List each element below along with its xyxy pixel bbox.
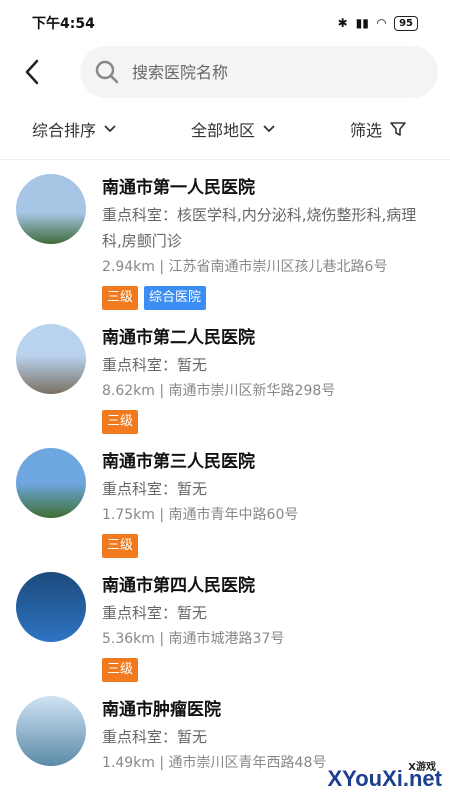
hospital-name: 南通市第四人民医院 xyxy=(102,576,255,596)
hospital-departments: 重点科室：暂无 xyxy=(102,480,208,498)
hospital-address: 5.36km | 南通市城港路37号 xyxy=(102,631,285,647)
hospital-departments: 重点科室：暂无 xyxy=(102,728,208,746)
hospital-departments: 重点科室：暂无 xyxy=(102,604,208,622)
chevron-down-icon xyxy=(263,124,275,132)
level-badge: 三级 xyxy=(102,286,139,310)
watermark-logo: X游戏 XYouXi.net xyxy=(328,762,443,792)
status-bar: 下午4:54 ✱ ▮▮ ◠ 95 xyxy=(0,0,450,46)
back-button[interactable] xyxy=(14,52,50,92)
signal-icon: ▮▮ xyxy=(355,16,369,30)
hospital-address: 8.62km | 南通市崇川区新华路298号 xyxy=(102,383,336,399)
hospital-item[interactable]: 南通市第二人民医院 重点科室：暂无 8.62km | 南通市崇川区新华路298号… xyxy=(16,310,434,434)
chevron-down-icon xyxy=(104,124,116,132)
level-badge: 三级 xyxy=(102,410,139,434)
type-badge: 综合医院 xyxy=(144,286,207,310)
search-row xyxy=(0,46,450,98)
hospital-name: 南通市第二人民医院 xyxy=(102,328,255,348)
hospital-item[interactable]: 南通市第一人民医院 重点科室：核医学科,内分泌科,烧伤整形科,病理科,房颤门诊 … xyxy=(16,160,434,310)
sort-label: 综合排序 xyxy=(32,120,97,140)
hospital-name: 南通市第三人民医院 xyxy=(102,452,255,472)
hospital-photo xyxy=(16,448,86,518)
hospital-name: 南通市第一人民医院 xyxy=(102,178,255,198)
level-badge: 三级 xyxy=(102,534,139,558)
sort-dropdown[interactable]: 综合排序 xyxy=(32,117,116,141)
hospital-address: 2.94km | 江苏省南通市崇川区孩儿巷北路6号 xyxy=(102,259,388,275)
hospital-departments: 重点科室：暂无 xyxy=(102,356,208,374)
hospital-departments: 重点科室：核医学科,内分泌科,烧伤整形科,病理科,房颤门诊 xyxy=(102,206,417,250)
status-icons: ✱ ▮▮ ◠ 95 xyxy=(337,15,418,31)
hospital-name: 南通市肿瘤医院 xyxy=(102,700,221,720)
region-dropdown[interactable]: 全部地区 xyxy=(191,117,275,141)
region-label: 全部地区 xyxy=(190,120,255,140)
status-time: 下午4:54 xyxy=(32,16,95,32)
level-badge: 三级 xyxy=(102,658,139,682)
search-input[interactable] xyxy=(132,62,362,82)
filter-button[interactable]: 筛选 xyxy=(350,117,406,141)
search-box[interactable] xyxy=(80,46,438,98)
battery-indicator: 95 xyxy=(394,15,418,31)
hospital-photo xyxy=(16,324,86,394)
bluetooth-icon: ✱ xyxy=(337,16,348,30)
hospital-photo xyxy=(16,696,86,766)
hospital-photo xyxy=(16,572,86,642)
hospital-item[interactable]: 南通市第四人民医院 重点科室：暂无 5.36km | 南通市城港路37号 三级 xyxy=(16,558,434,682)
hospital-photo xyxy=(16,174,86,244)
search-icon xyxy=(95,60,119,84)
hospital-address: 1.75km | 南通市青年中路60号 xyxy=(102,507,299,523)
filter-label: 筛选 xyxy=(349,120,382,140)
wifi-icon: ◠ xyxy=(376,16,387,30)
filter-bar: 综合排序 全部地区 筛选 xyxy=(0,98,450,160)
funnel-icon xyxy=(390,121,406,136)
watermark-sub: X游戏 xyxy=(408,762,436,773)
chevron-left-icon xyxy=(25,59,39,85)
hospital-item[interactable]: 南通市第三人民医院 重点科室：暂无 1.75km | 南通市青年中路60号 三级 xyxy=(16,434,434,558)
hospital-list: 南通市第一人民医院 重点科室：核医学科,内分泌科,烧伤整形科,病理科,房颤门诊 … xyxy=(0,160,450,774)
hospital-item[interactable]: 南通市肿瘤医院 重点科室：暂无 1.49km | 通市崇川区青年西路48号 xyxy=(16,682,434,774)
